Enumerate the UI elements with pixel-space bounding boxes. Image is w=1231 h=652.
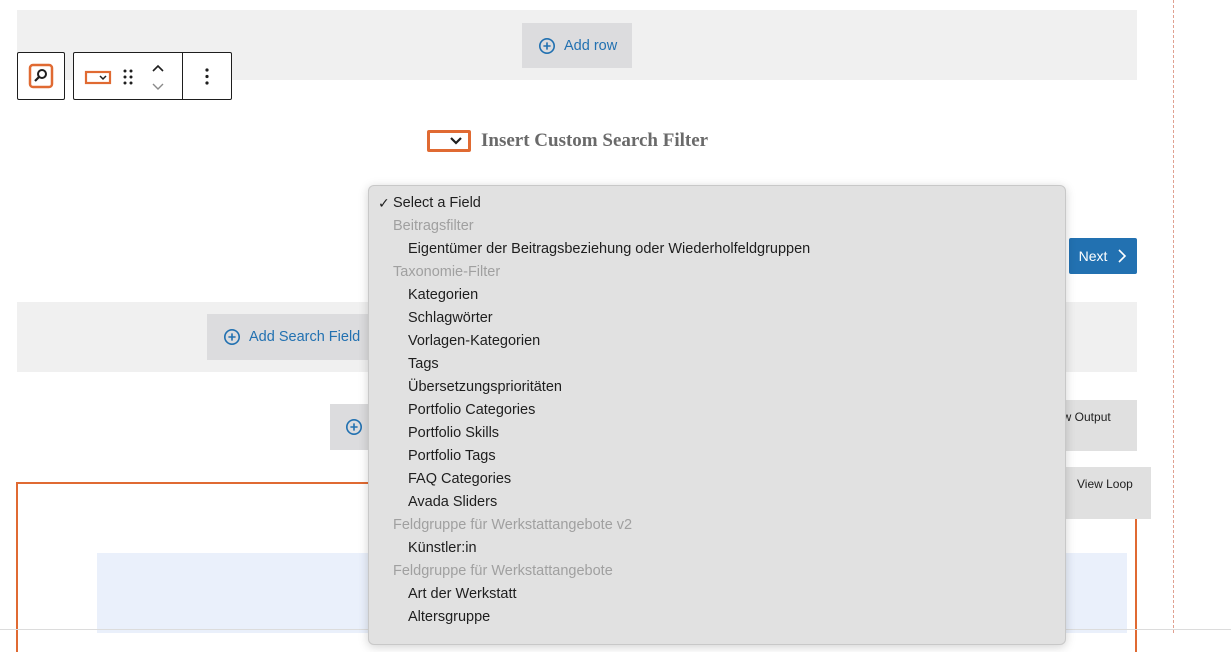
add-row-label: Add row (564, 37, 618, 54)
next-button[interactable]: Next (1069, 238, 1137, 274)
view-loop-label: View Loop (1077, 477, 1133, 491)
dropdown-option[interactable]: Avada Sliders (369, 491, 1065, 514)
select-block-icon[interactable] (84, 53, 116, 101)
plus-circle-icon (345, 418, 363, 436)
add-search-field-button[interactable]: Add Search Field (207, 314, 387, 360)
block-heading: Insert Custom Search Filter (427, 130, 708, 152)
dropdown-option[interactable]: Vorlagen-Kategorien (369, 330, 1065, 353)
dropdown-option-list: Beitragsfilter Eigentümer der Beitragsbez… (369, 215, 1065, 629)
block-title: Insert Custom Search Filter (481, 130, 709, 151)
dropdown-group-label: Beitragsfilter (393, 218, 474, 234)
canvas-boundary (1173, 0, 1174, 633)
more-options-icon[interactable] (197, 53, 217, 101)
dropdown-option[interactable]: Portfolio Tags (369, 445, 1065, 468)
dropdown-option[interactable]: Künstler:in (369, 537, 1065, 560)
field-select-dropdown[interactable]: ✓ Select a Field Beitragsfilter Eigentüme… (368, 185, 1066, 645)
block-type-button[interactable] (17, 52, 65, 100)
dropdown-option[interactable]: Schlagwörter (369, 307, 1065, 330)
dropdown-option[interactable]: Altersgruppe (369, 606, 1065, 629)
dropdown-option[interactable]: Kategorien (369, 284, 1065, 307)
dropdown-group-label: Taxonomie-Filter (393, 264, 501, 280)
add-row-button[interactable]: Add row (522, 23, 632, 68)
drag-handle-icon[interactable] (120, 53, 136, 101)
dropdown-option-selected[interactable]: ✓ Select a Field (369, 192, 1065, 215)
block-toolbar (73, 52, 232, 100)
dropdown-option[interactable]: FAQ Categories (369, 468, 1065, 491)
dropdown-group-label: Feldgruppe für Werkstattangebote v2 (393, 517, 633, 533)
view-loop-button[interactable]: View Loop (1056, 467, 1151, 519)
move-up-icon[interactable] (148, 59, 168, 79)
search-filter-icon (28, 63, 54, 89)
chevron-right-icon (1118, 249, 1127, 263)
dropdown-option[interactable]: Tags (369, 353, 1065, 376)
next-label: Next (1078, 248, 1108, 264)
select-field-icon (427, 130, 471, 152)
dropdown-group-label: Feldgruppe für Werkstattangebote (393, 563, 613, 579)
dropdown-option[interactable]: Portfolio Categories (369, 399, 1065, 422)
dropdown-option[interactable]: Portfolio Skills (369, 422, 1065, 445)
move-down-icon[interactable] (148, 77, 168, 97)
plus-circle-icon (223, 328, 241, 346)
dropdown-option[interactable]: Art der Werkstatt (369, 583, 1065, 606)
add-search-field-label: Add Search Field (249, 329, 361, 345)
dropdown-option[interactable]: Eigentümer der Beitragsbeziehung oder Wi… (369, 238, 1065, 261)
checkmark-icon: ✓ (378, 195, 390, 211)
plus-circle-icon (538, 37, 556, 54)
toolbar-divider (182, 53, 183, 99)
dropdown-option[interactable]: Übersetzungsprioritäten (369, 376, 1065, 399)
